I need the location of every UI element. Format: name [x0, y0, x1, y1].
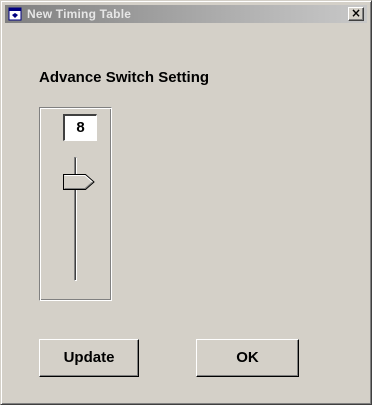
- window-icon: [8, 7, 22, 21]
- update-button[interactable]: Update: [39, 339, 139, 377]
- slider-thumb-icon[interactable]: [63, 174, 95, 190]
- ok-button[interactable]: OK: [196, 339, 299, 377]
- advance-switch-heading: Advance Switch Setting: [39, 69, 210, 86]
- close-button[interactable]: ×: [348, 7, 364, 21]
- dialog-window: New Timing Table × Advance Switch Settin…: [0, 0, 372, 405]
- window-title: New Timing Table: [27, 7, 132, 21]
- slider-value-field[interactable]: 8: [63, 114, 97, 141]
- title-bar[interactable]: New Timing Table ×: [5, 5, 367, 23]
